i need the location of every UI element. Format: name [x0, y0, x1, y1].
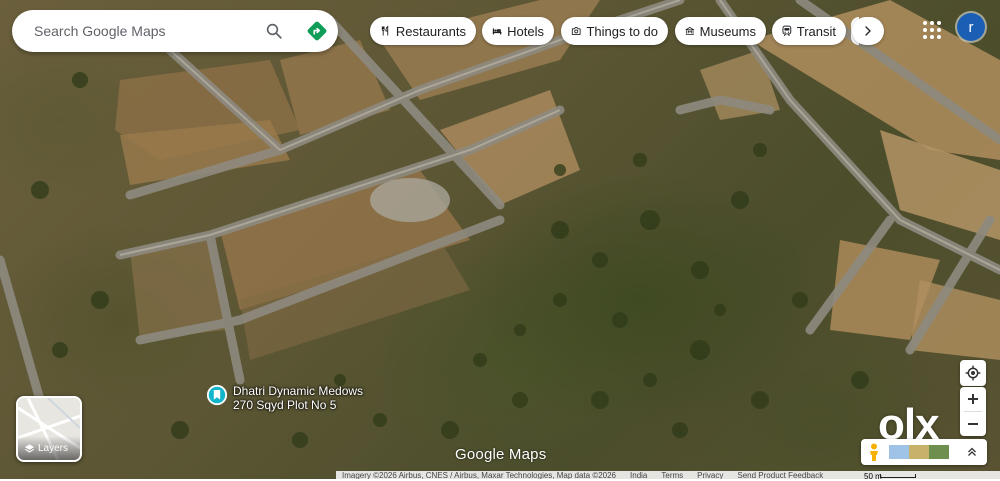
footer-link-privacy[interactable]: Privacy	[697, 471, 723, 479]
chip-label: Things to do	[586, 23, 658, 39]
layers-button[interactable]: Layers	[16, 396, 82, 462]
google-apps-button[interactable]	[920, 18, 944, 42]
pegman-icon[interactable]	[867, 443, 881, 461]
chip-museums[interactable]: Museums	[675, 17, 766, 45]
bookmark-pin-icon	[206, 384, 228, 406]
search-input[interactable]	[32, 22, 256, 40]
chip-label: Transit	[796, 23, 836, 39]
chip-transit[interactable]: Transit	[772, 17, 846, 45]
chip-restaurants[interactable]: Restaurants	[370, 17, 476, 45]
chevron-right-icon	[865, 26, 871, 36]
zoom-in-button[interactable]	[960, 387, 986, 411]
chip-label: Museums	[699, 23, 756, 39]
place-subtitle: 270 Sqyd Plot No 5	[233, 398, 337, 412]
museum-icon	[685, 26, 695, 36]
place-marker[interactable]	[206, 384, 228, 406]
chip-hotels[interactable]: Hotels	[482, 17, 554, 45]
bottom-tools	[861, 439, 987, 465]
footer-link-terms[interactable]: Terms	[661, 471, 683, 479]
plus-icon	[968, 394, 978, 404]
my-location-button[interactable]	[960, 360, 986, 386]
my-location-icon	[965, 365, 981, 381]
search-box	[12, 10, 338, 52]
search-button[interactable]	[262, 19, 286, 43]
minus-icon	[968, 423, 978, 425]
layers-icon	[24, 444, 35, 453]
bed-icon	[492, 28, 502, 35]
chip-label: Hotels	[507, 23, 544, 39]
map-imagery	[0, 0, 1000, 448]
scale-bar	[880, 474, 916, 478]
directions-button[interactable]	[304, 18, 330, 44]
footer-link-region[interactable]: India	[630, 471, 647, 479]
imagery-thumb	[889, 445, 909, 459]
avatar-initial: r	[968, 18, 974, 36]
imagery-thumb	[909, 445, 929, 459]
account-avatar[interactable]: r	[957, 13, 985, 41]
satellite-map[interactable]	[0, 0, 1000, 479]
apps-grid-icon	[923, 21, 941, 39]
zoom-out-button[interactable]	[960, 412, 986, 436]
imagery-thumb	[929, 445, 949, 459]
layers-text: Layers	[38, 443, 69, 454]
camera-icon	[571, 27, 581, 35]
chevron-up-double-icon	[968, 447, 976, 456]
directions-icon	[307, 21, 327, 41]
layers-label: Layers	[24, 443, 68, 454]
chips-scroll-right-button[interactable]	[852, 17, 884, 45]
chip-things-to-do[interactable]: Things to do	[561, 17, 668, 45]
google-maps-logo: Google Maps	[455, 446, 547, 463]
chip-label: Restaurants	[395, 23, 466, 39]
imagery-strip[interactable]	[889, 445, 949, 459]
attribution-text: Imagery ©2026 Airbus, CNES / Airbus, Max…	[342, 471, 617, 479]
expand-button[interactable]	[963, 443, 981, 461]
place-name: Dhatri Dynamic Medows	[233, 384, 364, 398]
train-icon	[782, 25, 792, 37]
footer-link-feedback[interactable]: Send Product Feedback	[737, 471, 823, 479]
place-label[interactable]: Dhatri Dynamic Medows 270 Sqyd Plot No 5	[233, 384, 363, 412]
zoom-control	[960, 387, 986, 436]
fork-knife-icon	[381, 25, 389, 36]
search-icon	[266, 23, 282, 39]
